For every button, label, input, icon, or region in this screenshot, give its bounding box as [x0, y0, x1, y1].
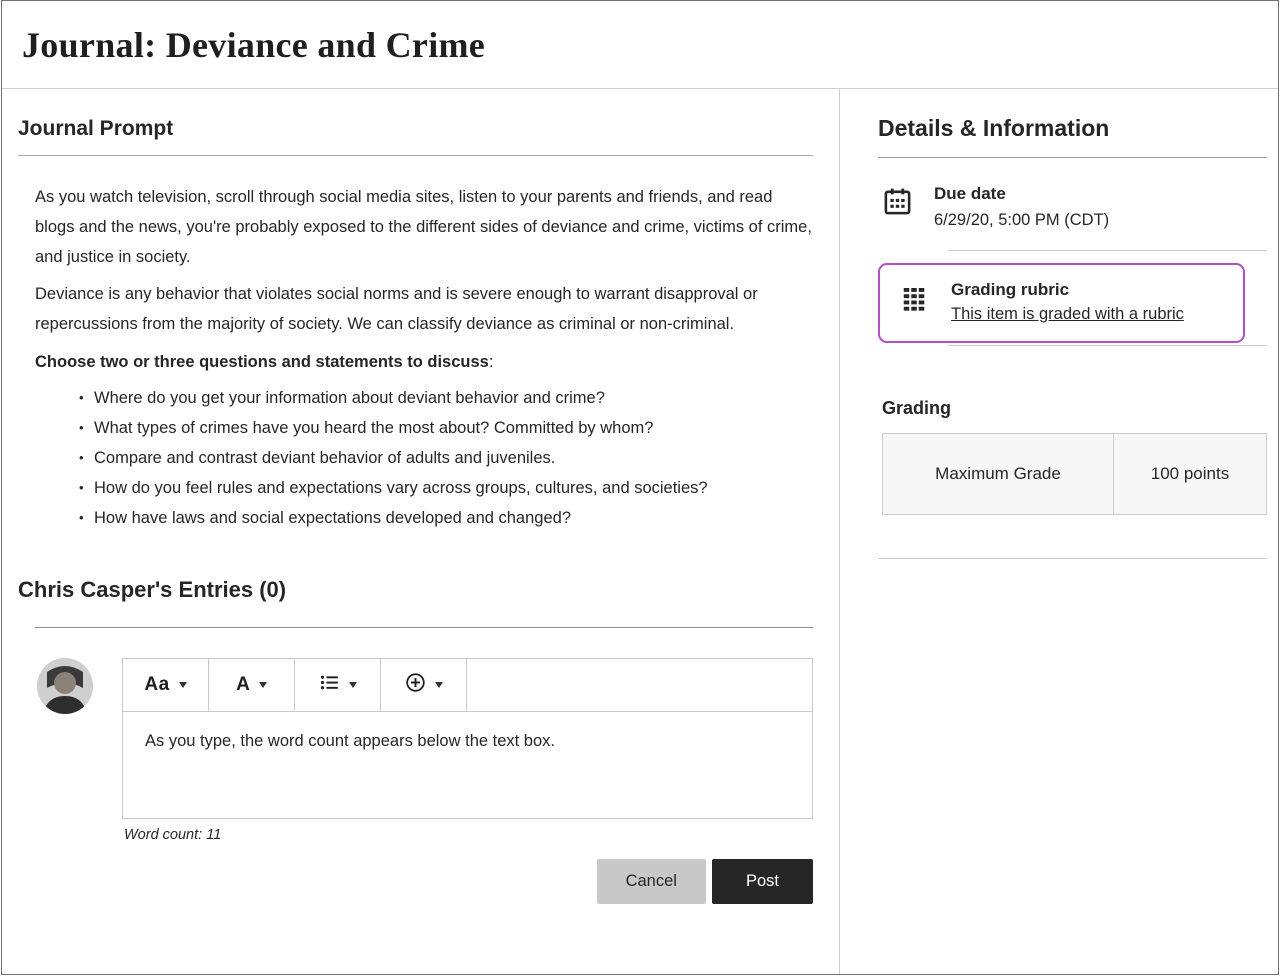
due-date-label: Due date — [934, 184, 1109, 204]
divider — [35, 627, 813, 628]
entry-actions: Cancel Post — [122, 859, 813, 904]
avatar — [37, 658, 93, 714]
chevron-down-icon — [179, 682, 187, 688]
details-heading: Details & Information — [878, 115, 1267, 142]
entries-heading: Chris Casper's Entries (0) — [18, 577, 813, 603]
divider — [948, 250, 1267, 251]
bullet-list-button[interactable] — [295, 659, 381, 711]
prompt-instruction-colon: : — [489, 353, 494, 371]
prompt-question: How have laws and social expectations de… — [79, 503, 813, 533]
prompt-question: What types of crimes have you heard the … — [79, 413, 813, 443]
prompt-instruction: Choose two or three questions and statem… — [35, 347, 813, 377]
text-color-icon: A — [236, 674, 250, 696]
prompt-question: How do you feel rules and expectations v… — [79, 473, 813, 503]
insert-button[interactable] — [381, 659, 467, 711]
rubric-link[interactable]: This item is graded with a rubric — [951, 305, 1184, 324]
divider — [18, 155, 813, 156]
page-title: Journal: Deviance and Crime — [22, 24, 485, 66]
bullet-list-icon — [319, 672, 340, 698]
chevron-down-icon — [259, 682, 267, 688]
word-count: Word count: 11 — [124, 827, 813, 843]
grading-table: Maximum Grade 100 points — [882, 433, 1267, 515]
text-style-icon: Aa — [144, 674, 169, 696]
text-color-button[interactable]: A — [209, 659, 295, 711]
chevron-down-icon — [435, 682, 443, 688]
page-header: Journal: Deviance and Crime — [2, 1, 1278, 89]
details-panel: Details & Information — [840, 89, 1279, 974]
prompt-paragraph: Deviance is any behavior that violates s… — [35, 279, 813, 339]
grading-heading: Grading — [878, 398, 1267, 419]
prompt-paragraph: As you watch television, scroll through … — [35, 182, 813, 272]
journal-prompt-body: As you watch television, scroll through … — [18, 182, 813, 533]
prompt-question: Compare and contrast deviant behavior of… — [79, 443, 813, 473]
journal-prompt-heading: Journal Prompt — [18, 117, 813, 141]
prompt-question: Where do you get your information about … — [79, 383, 813, 413]
chevron-down-icon — [349, 682, 357, 688]
rubric-text: Grading rubric This item is graded with … — [951, 280, 1184, 324]
divider — [878, 157, 1267, 158]
due-date-row: Due date 6/29/20, 5:00 PM (CDT) — [878, 184, 1267, 230]
entry-editor-row: Aa A — [37, 658, 813, 904]
prompt-question-list: Where do you get your information about … — [35, 383, 813, 533]
entry-editor: Aa A — [122, 658, 813, 904]
due-date-value: 6/29/20, 5:00 PM (CDT) — [934, 211, 1109, 230]
entry-text-input[interactable]: As you type, the word count appears belo… — [122, 712, 813, 819]
post-button[interactable]: Post — [712, 859, 813, 904]
main-content: Journal Prompt As you watch television, … — [2, 89, 1278, 974]
insert-icon — [405, 672, 426, 698]
divider — [878, 558, 1267, 559]
rubric-icon — [900, 280, 932, 318]
journal-column: Journal Prompt As you watch television, … — [2, 89, 840, 974]
grading-row-value: 100 points — [1114, 434, 1266, 514]
due-date-text: Due date 6/29/20, 5:00 PM (CDT) — [934, 184, 1109, 230]
text-style-button[interactable]: Aa — [123, 659, 209, 711]
grading-row-label: Maximum Grade — [883, 434, 1114, 514]
prompt-instruction-bold: Choose two or three questions and statem… — [35, 353, 489, 371]
grading-rubric-callout: Grading rubric This item is graded with … — [878, 263, 1245, 343]
rubric-label: Grading rubric — [951, 280, 1184, 300]
journal-page: Journal: Deviance and Crime Journal Prom… — [1, 0, 1279, 975]
calendar-icon — [882, 184, 914, 222]
divider — [948, 345, 1267, 346]
cancel-button[interactable]: Cancel — [597, 859, 706, 904]
editor-toolbar: Aa A — [122, 658, 813, 712]
